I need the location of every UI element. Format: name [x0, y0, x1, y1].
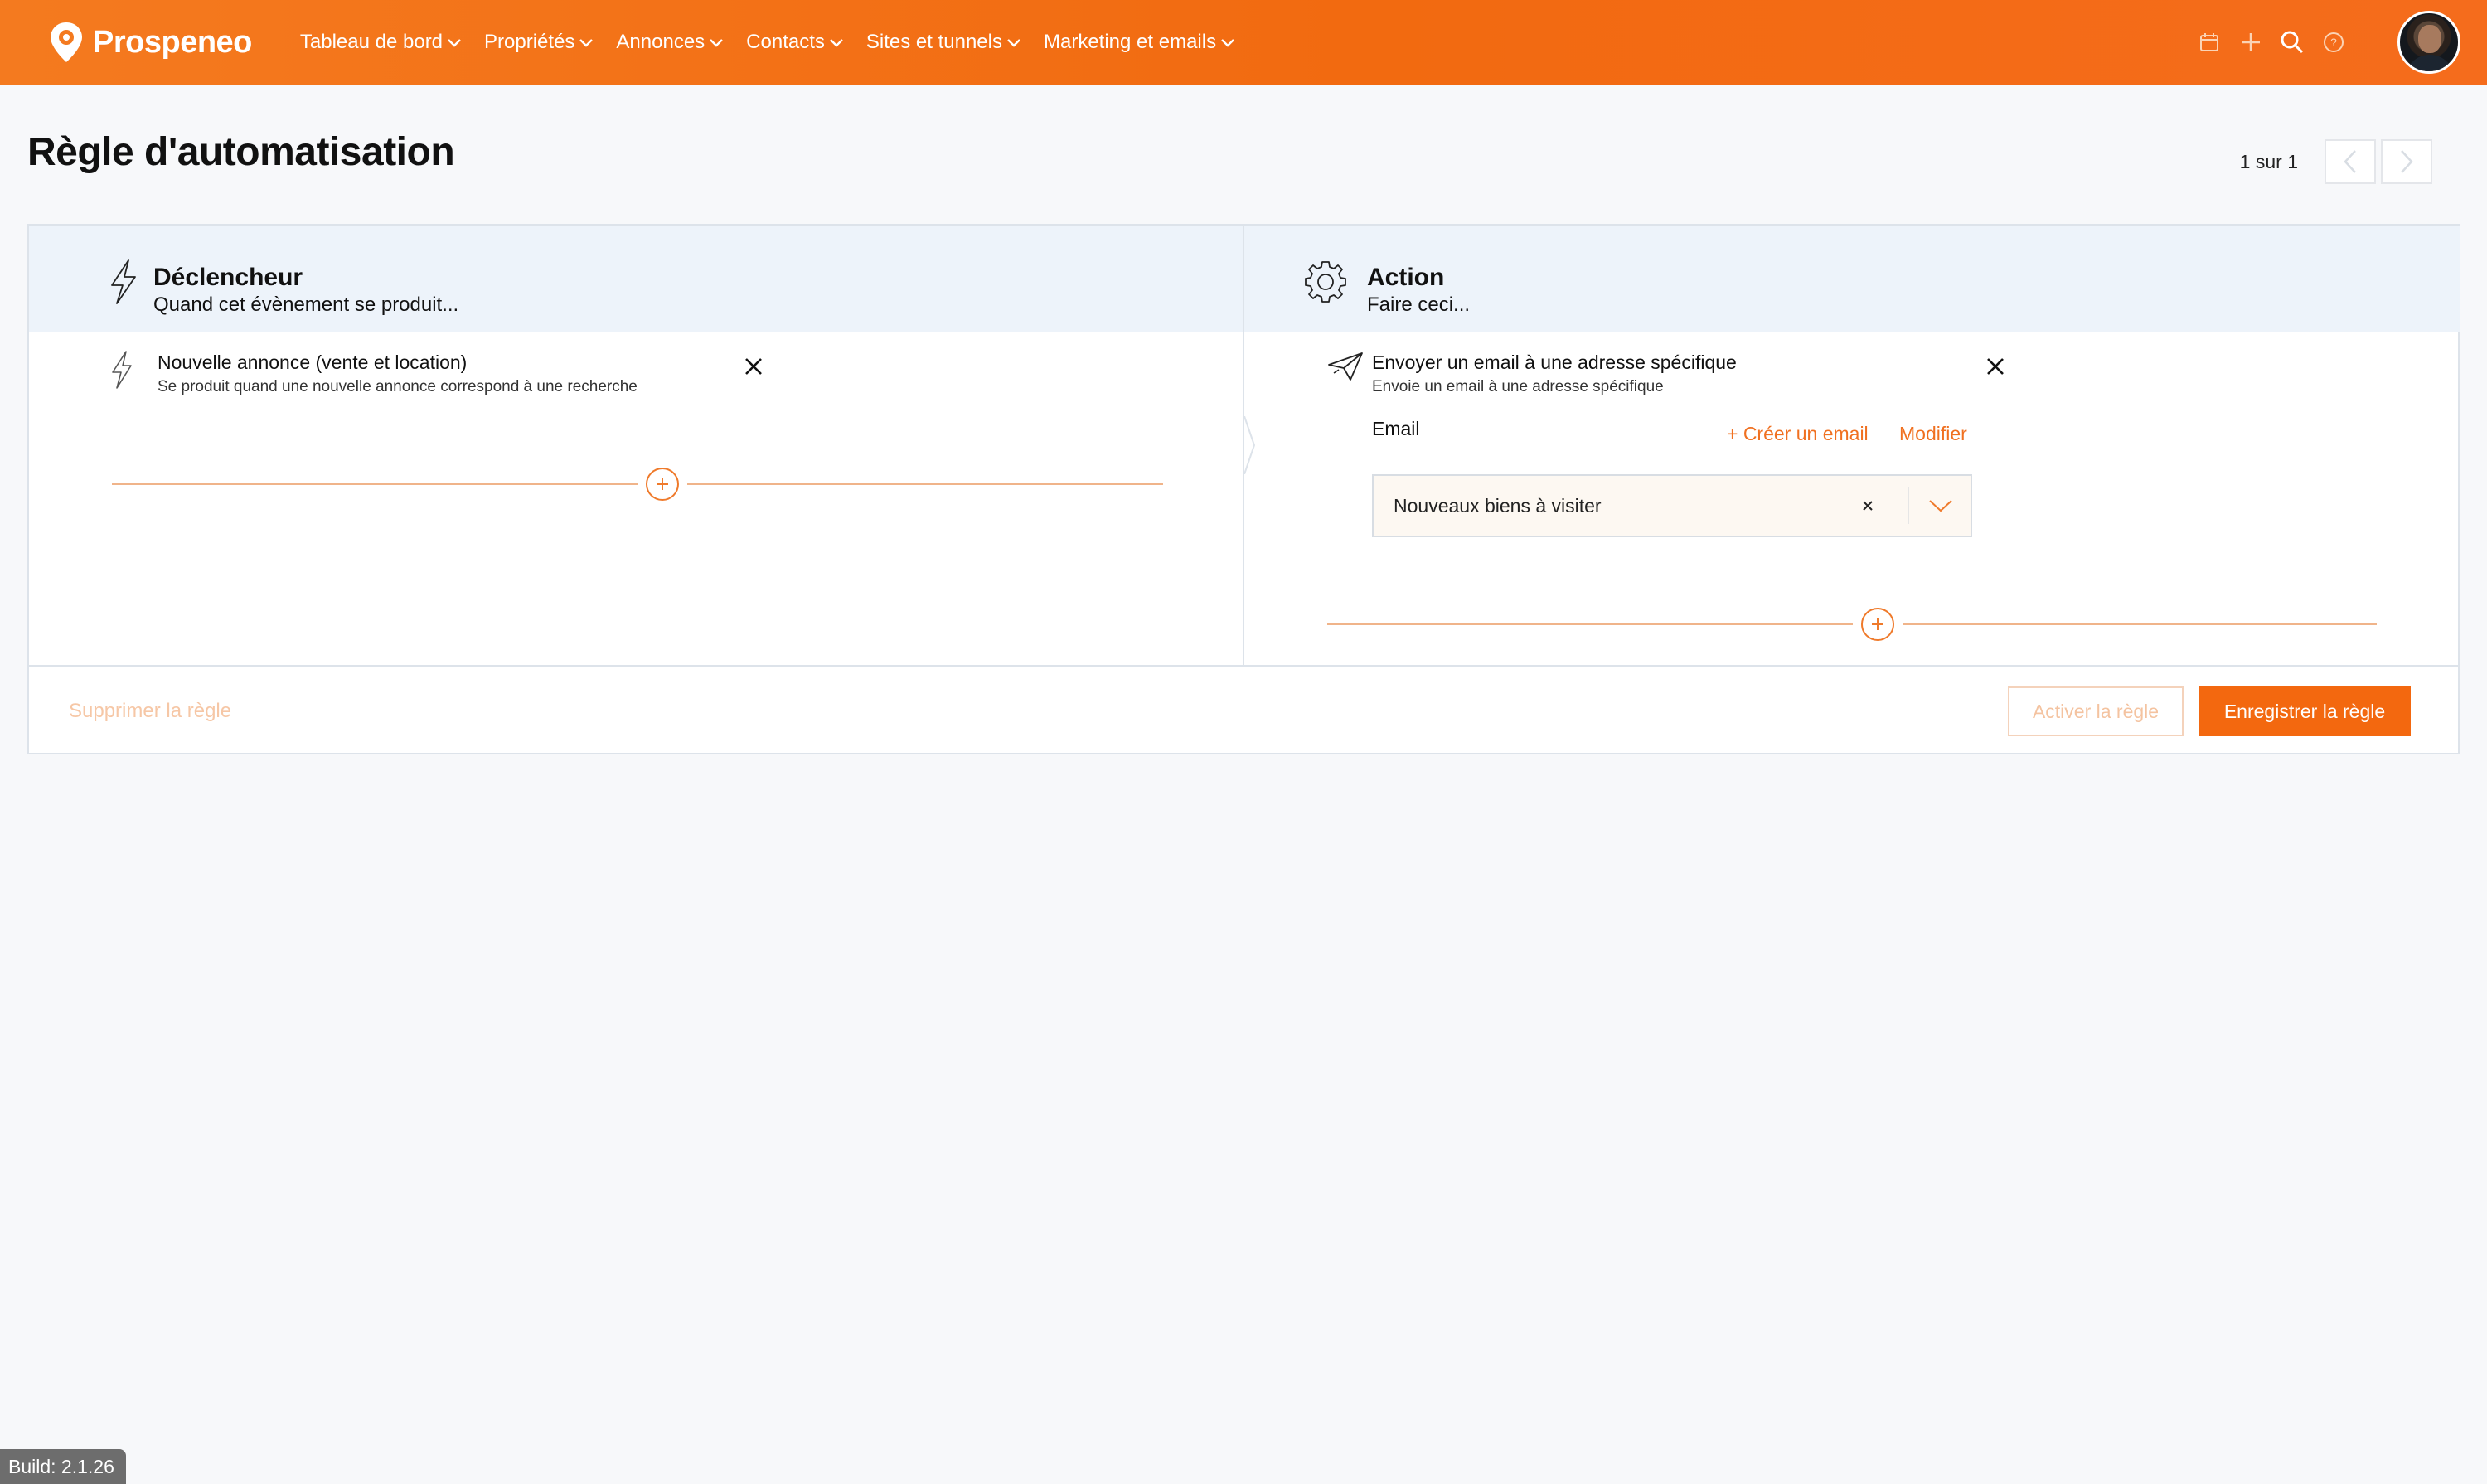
build-version-badge: Build: 2.1.26: [0, 1449, 126, 1484]
action-header: Action Faire ceci...: [1244, 226, 2460, 332]
top-navigation-bar: Prospeneo Tableau de bord Propriétés Ann…: [0, 0, 2487, 85]
trigger-column: Déclencheur Quand cet évènement se produ…: [29, 226, 1244, 665]
main-nav: Tableau de bord Propriétés Annonces Cont…: [300, 0, 1258, 85]
avatar-face: [2418, 25, 2441, 53]
email-select-value: Nouveaux biens à visiter: [1394, 494, 1602, 516]
svg-text:?: ?: [2330, 36, 2337, 49]
email-field-label: Email: [1372, 418, 1420, 439]
chevron-down-icon: [1221, 39, 1234, 47]
remove-trigger-close-icon[interactable]: [742, 355, 765, 378]
nav-item-label: Sites et tunnels: [865, 31, 1002, 53]
avatar-shoulders: [2405, 55, 2455, 71]
action-divider-line: [1903, 623, 2377, 625]
brand-logo[interactable]: Prospeneo: [48, 0, 252, 85]
gear-icon: [1305, 261, 1346, 303]
pager-text: 1 sur 1: [2239, 150, 2298, 172]
nav-item-label: Contacts: [746, 31, 825, 53]
action-title: Action: [1367, 264, 1445, 291]
nav-item-label: Tableau de bord: [299, 31, 444, 53]
nav-item-annonces[interactable]: Annonces: [616, 31, 725, 54]
add-button[interactable]: [2237, 28, 2265, 56]
trigger-divider-line: [687, 483, 1163, 485]
chevron-down-icon: [448, 39, 461, 47]
add-action-button[interactable]: [1861, 608, 1894, 641]
email-select[interactable]: Nouveaux biens à visiter: [1372, 474, 1972, 537]
calendar-button[interactable]: [2195, 28, 2223, 56]
chevron-down-icon: [1007, 39, 1020, 47]
help-button[interactable]: ?: [2320, 28, 2348, 56]
select-separator: [1908, 487, 1909, 524]
action-item-subtitle: Envoie un email à une adresse spécifique: [1372, 378, 1664, 395]
search-icon: [2281, 31, 2304, 54]
plus-icon: [2242, 33, 2260, 51]
trigger-item-title: Nouvelle annonce (vente et location): [158, 352, 468, 373]
plus-icon: [657, 478, 668, 490]
paper-plane-icon: [1328, 352, 1363, 381]
chevron-right-icon: [2401, 150, 2413, 173]
modify-email-link[interactable]: Modifier: [1899, 423, 1967, 445]
location-pin-logo-icon: [51, 22, 82, 62]
action-divider-line: [1327, 623, 1853, 625]
close-icon: [1863, 501, 1873, 511]
rule-footer: Supprimer la règle Activer la règle Enre…: [29, 665, 2458, 753]
nav-item-contacts[interactable]: Contacts: [746, 31, 845, 54]
save-rule-button[interactable]: Enregistrer la règle: [2199, 686, 2411, 736]
trigger-subtitle: Quand cet évènement se produit...: [153, 293, 459, 316]
action-column: Action Faire ceci... Envoyer un email à …: [1244, 226, 2460, 665]
user-avatar[interactable]: [2397, 11, 2460, 74]
trigger-divider-line: [112, 483, 638, 485]
top-tools: ?: [2182, 0, 2487, 85]
nav-item-sites-et-tunnels[interactable]: Sites et tunnels: [866, 31, 1022, 54]
chevron-left-icon: [2344, 150, 2356, 173]
pager: 1 sur 1: [2240, 139, 2432, 184]
remove-action-close-icon[interactable]: [1984, 355, 2007, 378]
lightning-icon: [111, 259, 136, 304]
chevron-down-icon[interactable]: [1927, 497, 1954, 514]
trigger-title: Déclencheur: [153, 264, 303, 291]
nav-item-label: Propriétés: [484, 31, 575, 53]
create-email-link[interactable]: + Créer un email: [1727, 423, 1869, 445]
page-title: Règle d'automatisation: [27, 130, 455, 174]
trigger-header: Déclencheur Quand cet évènement se produ…: [29, 226, 1243, 332]
calendar-icon: [2200, 33, 2218, 51]
delete-rule-button[interactable]: Supprimer la règle: [69, 700, 231, 723]
help-icon: ?: [2324, 32, 2344, 52]
automation-rule-card: Déclencheur Quand cet évènement se produ…: [27, 224, 2460, 754]
chevron-down-icon: [579, 39, 594, 47]
action-subtitle: Faire ceci...: [1367, 293, 1471, 316]
search-button[interactable]: [2278, 28, 2306, 56]
clear-selection-button[interactable]: [1858, 496, 1878, 516]
nav-item-marketing-et-emails[interactable]: Marketing et emails: [1044, 31, 1236, 54]
chevron-down-icon: [830, 39, 843, 47]
chevron-down-icon: [710, 39, 724, 47]
add-trigger-button[interactable]: [646, 468, 679, 501]
column-connector-arrow: [1244, 416, 1256, 474]
trigger-item-subtitle: Se produit quand une nouvelle annonce co…: [158, 378, 638, 395]
plus-icon: [1872, 618, 1883, 630]
lightning-icon: [112, 351, 132, 389]
activate-rule-button[interactable]: Activer la règle: [2008, 686, 2184, 736]
action-item-title: Envoyer un email à une adresse spécifiqu…: [1372, 352, 1737, 373]
previous-button[interactable]: [2325, 139, 2376, 184]
nav-item-proprietes[interactable]: Propriétés: [484, 31, 594, 54]
nav-item-tableau-de-bord[interactable]: Tableau de bord: [300, 31, 463, 54]
brand-name: Prospeneo: [93, 24, 252, 60]
nav-item-label: Annonces: [616, 31, 705, 53]
nav-item-label: Marketing et emails: [1044, 31, 1217, 53]
next-button[interactable]: [2381, 139, 2432, 184]
